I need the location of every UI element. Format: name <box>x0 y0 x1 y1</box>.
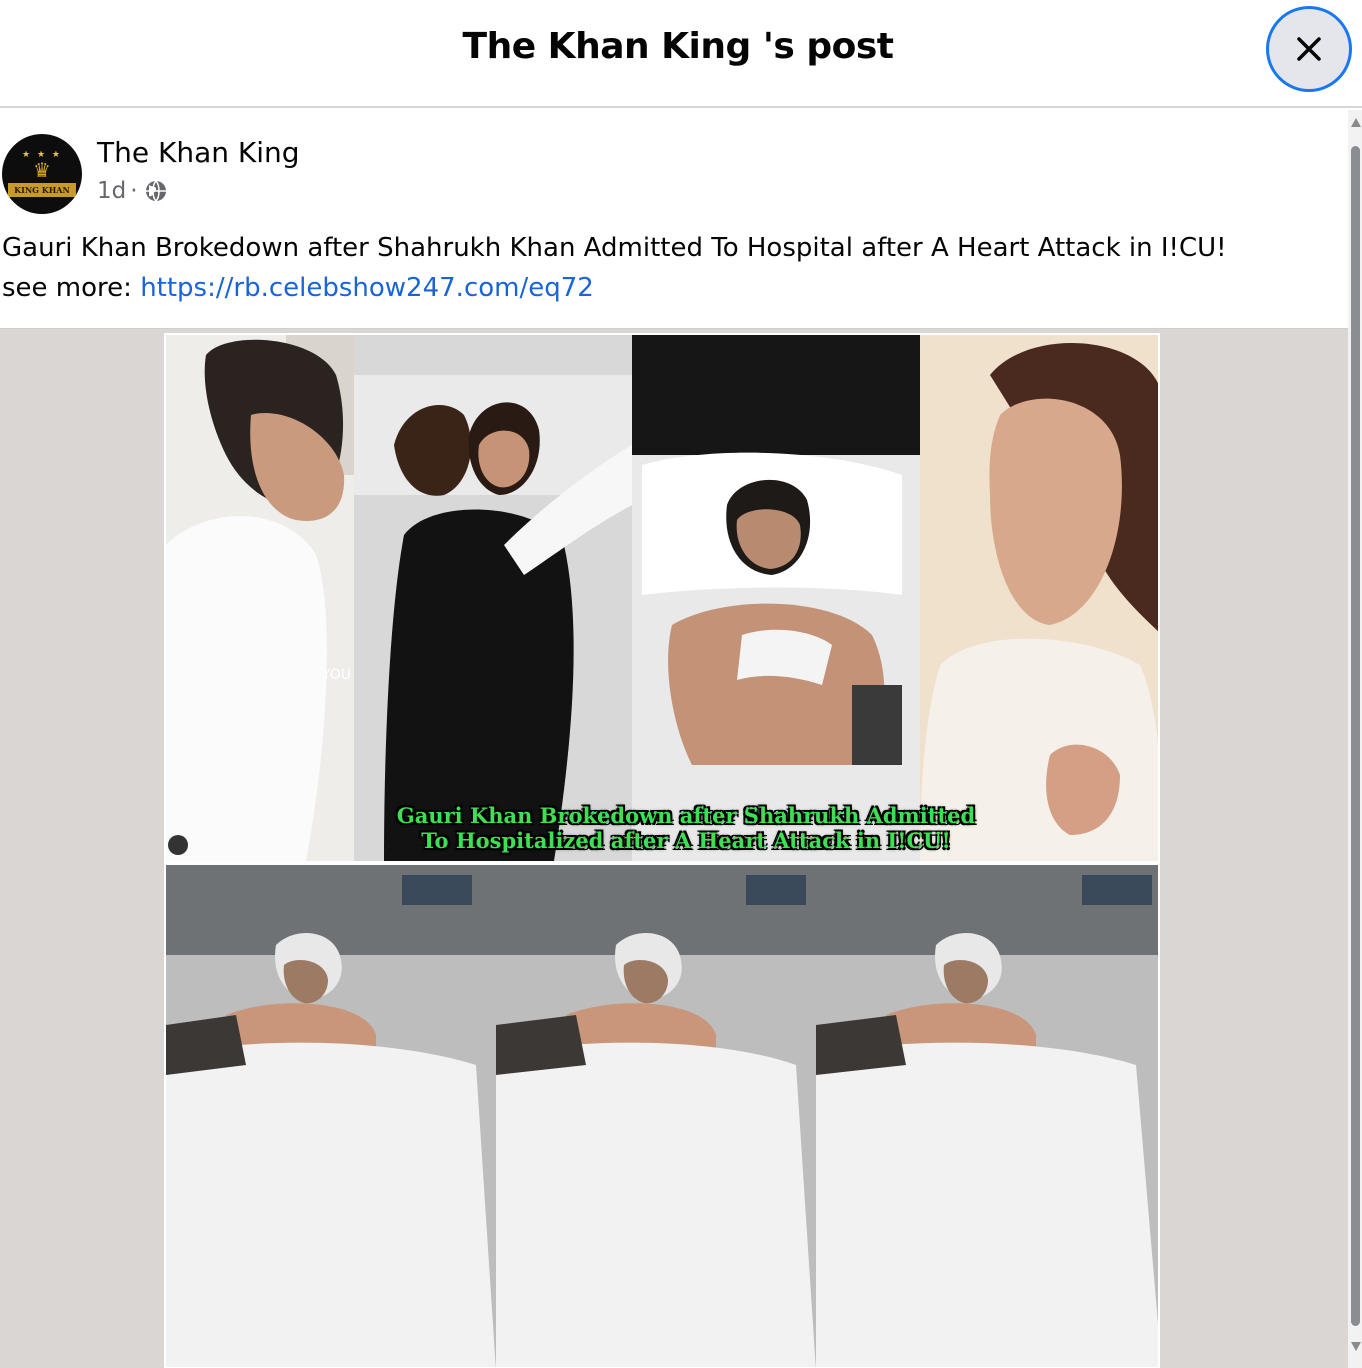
image-collage-top: YOU Gauri Khan Brokedown after Shahrukh … <box>166 335 1158 861</box>
scroll-down-arrow-icon[interactable] <box>1351 1342 1361 1351</box>
post-meta: 1d · <box>97 178 168 204</box>
modal-title: The Khan King 's post <box>462 26 894 67</box>
crown-icon: ♛ <box>33 158 51 182</box>
close-button[interactable] <box>1266 6 1352 92</box>
post-modal: The Khan King 's post ★ ★ ★ ♛ KING KHAN … <box>0 0 1362 1368</box>
post-time[interactable]: 1d <box>97 178 126 204</box>
post-text-line: Gauri Khan Brokedown after Shahrukh Khan… <box>2 233 1227 263</box>
post-header: ★ ★ ★ ♛ KING KHAN The Khan King 1d · <box>0 110 1348 218</box>
avatar-banner: KING KHAN <box>8 183 76 197</box>
image-caption: Gauri Khan Brokedown after Shahrukh Admi… <box>386 803 986 853</box>
meta-separator: · <box>130 178 138 204</box>
modal-header: The Khan King 's post <box>0 0 1362 108</box>
image-caption-line1: Gauri Khan Brokedown after Shahrukh Admi… <box>396 803 976 828</box>
author-name[interactable]: The Khan King <box>97 136 300 169</box>
post-content-scroll[interactable]: ★ ★ ★ ♛ KING KHAN The Khan King 1d · Gau… <box>0 110 1348 1368</box>
image-collage-bottom <box>166 865 1158 1367</box>
media-container: YOU Gauri Khan Brokedown after Shahrukh … <box>0 328 1348 1368</box>
post-message: Gauri Khan Brokedown after Shahrukh Khan… <box>2 228 1342 308</box>
image-panel-icu-2 <box>496 865 816 1367</box>
image-caption-line2: To Hospitalized after A Heart Attack in … <box>421 828 951 853</box>
post-see-more-line: see more: https://rb.celebshow247.com/eq… <box>2 268 1342 308</box>
post-image[interactable]: YOU Gauri Khan Brokedown after Shahrukh … <box>164 333 1160 1368</box>
scrollbar-thumb[interactable] <box>1351 146 1360 1326</box>
avatar[interactable]: ★ ★ ★ ♛ KING KHAN <box>2 134 82 214</box>
image-panel-women-walking <box>354 335 632 861</box>
image-panel-man-white-shirt: YOU <box>166 335 354 861</box>
person-icon <box>168 835 188 855</box>
image-panel-woman-crying <box>920 335 1158 861</box>
post-link[interactable]: https://rb.celebshow247.com/eq72 <box>140 273 594 303</box>
scroll-up-arrow-icon[interactable] <box>1351 118 1361 127</box>
scrollbar[interactable] <box>1348 110 1362 1368</box>
image-watermark: YOU <box>321 667 351 683</box>
image-panel-hospital-bed <box>632 335 920 861</box>
image-panel-icu-3 <box>816 865 1158 1367</box>
close-icon <box>1297 37 1321 61</box>
image-panel-icu-1 <box>166 865 496 1367</box>
see-more-label: see more: <box>2 273 141 303</box>
globe-icon <box>145 180 166 202</box>
